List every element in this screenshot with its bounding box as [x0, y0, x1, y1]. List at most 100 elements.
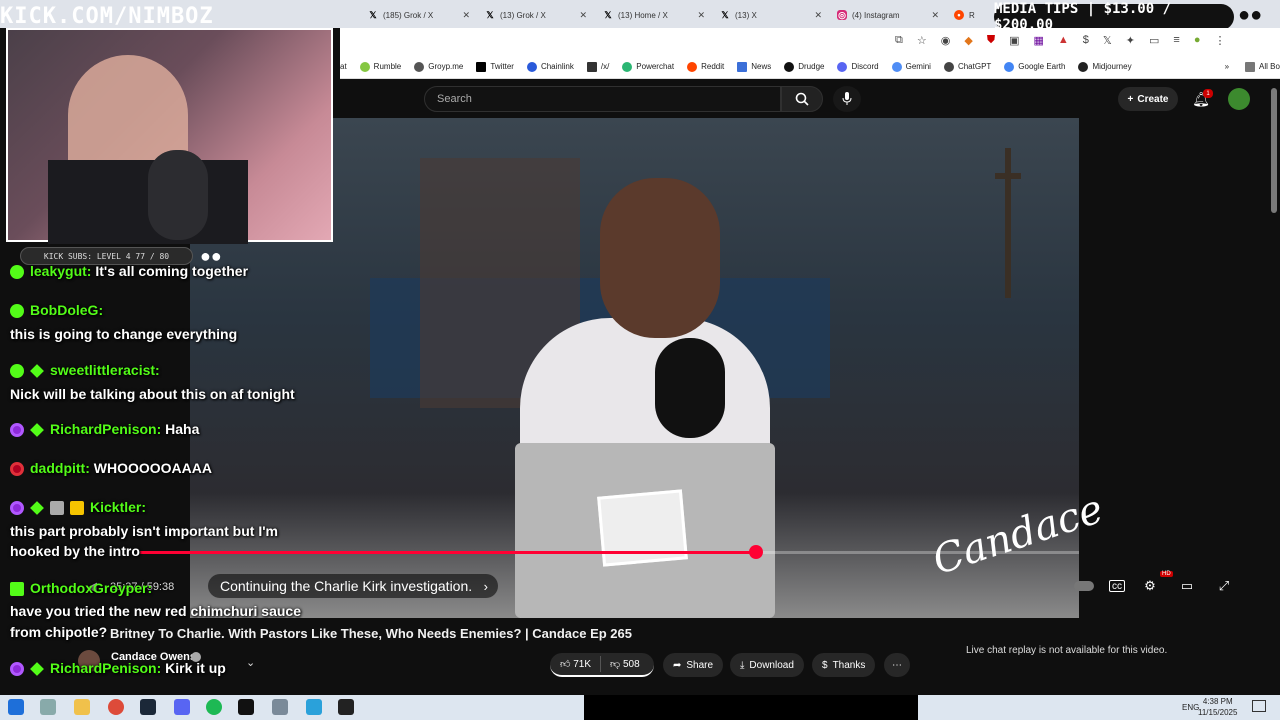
dislike-button[interactable]: 👎︎ 508: [610, 658, 640, 670]
create-button[interactable]: + Create: [1118, 87, 1178, 111]
shield-icon[interactable]: ⛊: [987, 34, 995, 47]
bookmark-item[interactable]: Groyp.me: [414, 61, 463, 72]
windows-start-icon[interactable]: [8, 699, 24, 715]
bookmark-item[interactable]: Drudge: [784, 61, 824, 72]
chatgpt-icon: [943, 61, 954, 72]
chapter-button[interactable]: Continuing the Charlie Kirk investigatio…: [208, 574, 498, 598]
sidebar-icon[interactable]: ▭: [1149, 34, 1159, 47]
autoplay-toggle[interactable]: [1072, 574, 1096, 598]
bookmark-item[interactable]: /x/: [586, 61, 609, 72]
close-icon[interactable]: ✕: [462, 10, 470, 21]
share-button[interactable]: ➦ Share: [663, 653, 724, 677]
language-indicator[interactable]: ENG: [1182, 703, 1199, 712]
browser-tab[interactable]: ◎ (4) Instagram ✕: [831, 4, 943, 26]
search-button[interactable]: [781, 86, 823, 112]
close-icon[interactable]: ✕: [697, 10, 705, 21]
bookmarks-bar: at Rumble Groyp.me Twitter Chainlink /x/…: [340, 55, 1280, 79]
chevron-right-icon[interactable]: »: [1225, 62, 1229, 71]
metamask-icon[interactable]: ◆: [964, 34, 972, 47]
chat-message: OrthodoxGroyper:: [10, 580, 152, 597]
chat-message-text: have you tried the new red chimchuri sau…: [10, 603, 301, 619]
chat-message-text: from chipotle?: [10, 624, 108, 640]
extension-icon[interactable]: $: [1083, 34, 1089, 47]
theater-mode-icon[interactable]: ▭: [1175, 574, 1199, 598]
captions-icon[interactable]: cc: [1109, 580, 1125, 592]
app-icon[interactable]: [272, 699, 288, 715]
sub-badge-icon: [10, 423, 24, 438]
install-icon[interactable]: ⧉: [895, 34, 903, 47]
telegram-icon[interactable]: [306, 699, 322, 715]
live-chat-replay-note: Live chat replay is not available for th…: [966, 645, 1168, 656]
gemini-icon: [891, 61, 902, 72]
spotify-icon[interactable]: [206, 699, 222, 715]
progress-bar-remaining[interactable]: [756, 551, 1079, 554]
search-input[interactable]: Search: [424, 86, 781, 112]
bookmark-item[interactable]: Midjourney: [1078, 61, 1132, 72]
like-button[interactable]: 👍︎ 71K: [560, 658, 591, 670]
terminal-icon[interactable]: [238, 699, 254, 715]
scrubber-handle[interactable]: [749, 545, 763, 559]
extension-icon[interactable]: ▲: [1058, 34, 1069, 47]
all-bookmarks[interactable]: All Bookmarks: [1245, 61, 1280, 72]
system-clock[interactable]: 4:38 PM 11/15/2025: [1198, 696, 1237, 718]
microphone-icon: [842, 92, 852, 105]
scrollbar-thumb[interactable]: [1271, 88, 1277, 213]
browser-tab[interactable]: 𝕏 (13) Grok / X ✕: [479, 4, 591, 26]
extension-icon[interactable]: ◉: [941, 34, 951, 47]
more-icon[interactable]: ⋮: [1214, 34, 1225, 47]
bookmark-item[interactable]: Rumble: [359, 61, 401, 72]
bookmark-item[interactable]: at: [340, 62, 347, 71]
bookmark-item[interactable]: Discord: [837, 61, 879, 72]
profile-icon[interactable]: ●: [1194, 34, 1201, 47]
photo-sticker: [597, 489, 688, 567]
chrome-icon[interactable]: [108, 699, 124, 715]
close-icon[interactable]: ✕: [579, 10, 587, 21]
browser-tab[interactable]: • R: [948, 4, 992, 26]
bookmark-item[interactable]: Twitter: [476, 61, 514, 72]
microphone: [148, 150, 208, 240]
close-icon[interactable]: ✕: [931, 10, 939, 21]
chat-message: sweetlittleracist:: [10, 362, 160, 379]
puzzle-icon[interactable]: ✦: [1126, 34, 1135, 47]
bookmark-item[interactable]: ChatGPT: [943, 61, 991, 72]
menu-icon[interactable]: ≡: [1173, 34, 1179, 47]
bookmark-item[interactable]: Google Earth: [1004, 61, 1065, 72]
google-earth-icon: [1004, 61, 1015, 72]
bookmark-item[interactable]: Gemini: [891, 61, 931, 72]
notification-center-icon[interactable]: [1252, 700, 1266, 712]
fullscreen-icon[interactable]: ⤢: [1212, 574, 1236, 598]
media-tips-overlay: MEDIA TIPS | $13.00 / $200.00: [994, 1, 1234, 33]
extension-icon[interactable]: ▦: [1033, 34, 1043, 47]
chat-message: daddpitt: WHOOOOOAAAA: [10, 460, 212, 477]
close-icon[interactable]: ✕: [814, 10, 822, 21]
video-right-area: [1079, 118, 1268, 618]
browser-tab[interactable]: 𝕏 (13) Home / X ✕: [597, 4, 709, 26]
extension-icon[interactable]: ▣: [1009, 34, 1019, 47]
app-icon[interactable]: [338, 699, 354, 715]
x-icon[interactable]: 𝕏: [1103, 34, 1112, 47]
chevron-down-icon[interactable]: ⌄: [246, 656, 255, 669]
chat-message-text: hooked by the intro: [10, 543, 140, 559]
more-actions-button[interactable]: ⋯: [884, 653, 910, 677]
thanks-button[interactable]: $ Thanks: [812, 653, 876, 677]
browser-tab[interactable]: 𝕏 (13) X ✕: [714, 4, 826, 26]
chat-message: BobDoleG:: [10, 302, 103, 319]
voice-search-button[interactable]: [833, 86, 861, 112]
task-view-icon[interactable]: [40, 699, 56, 715]
rumble-icon: [359, 61, 370, 72]
settings-icon[interactable]: ⚙︎: [1138, 574, 1162, 598]
bookmark-item[interactable]: News: [737, 61, 771, 72]
file-explorer-icon[interactable]: [74, 699, 90, 715]
download-button[interactable]: ⤓ Download: [730, 653, 804, 677]
bookmark-item[interactable]: Chainlink: [526, 61, 574, 72]
progress-bar[interactable]: [140, 551, 756, 554]
browser-tab[interactable]: 𝕏 (185) Grok / X ✕: [362, 4, 474, 26]
avatar[interactable]: [1228, 88, 1250, 110]
chat-message: RichardPenison: Haha: [10, 421, 199, 438]
bookmark-item[interactable]: Reddit: [687, 61, 724, 72]
chat-message-text: this part probably isn't important but I…: [10, 523, 278, 539]
bookmark-star-icon[interactable]: ☆: [917, 34, 927, 47]
bookmark-item[interactable]: Powerchat: [622, 61, 674, 72]
steam-icon[interactable]: [140, 699, 156, 715]
discord-icon[interactable]: [174, 699, 190, 715]
